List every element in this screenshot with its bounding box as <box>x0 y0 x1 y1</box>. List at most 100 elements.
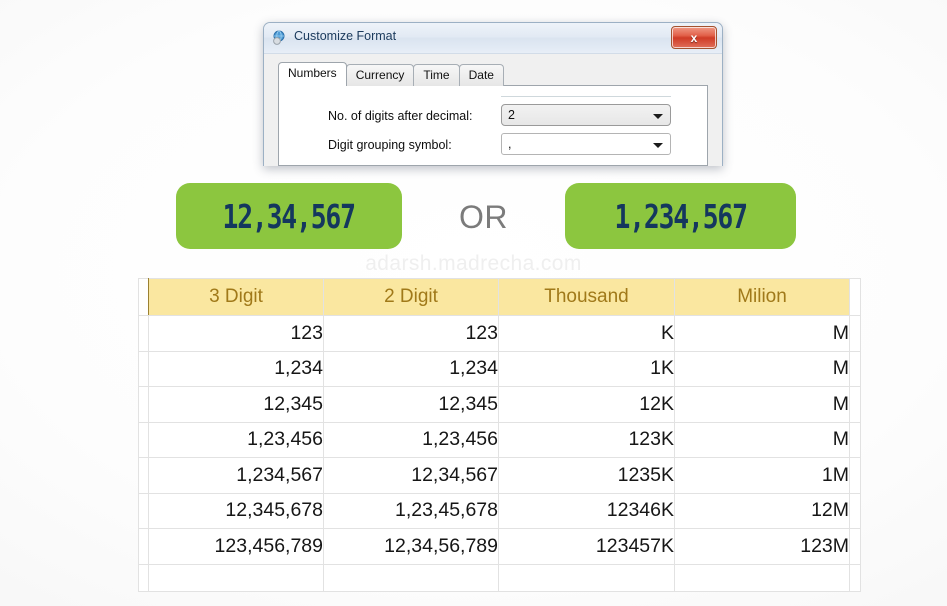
row-gutter-cell <box>138 386 149 423</box>
table-row: 1,23,456 1,23,456 123K M <box>138 421 861 458</box>
column-header-3-digit[interactable]: 3 Digit <box>148 278 324 316</box>
dialog-tabstrip: Numbers Currency Time Date <box>278 62 504 86</box>
grouping-symbol-select[interactable]: , <box>501 133 671 155</box>
table-row: 1,234 1,234 1K M <box>138 350 861 387</box>
cell-empty[interactable] <box>148 563 324 592</box>
cell-2-digit[interactable]: 123 <box>323 315 499 352</box>
panel-divider <box>501 96 671 97</box>
tab-time[interactable]: Time <box>413 64 460 86</box>
cell-milion[interactable]: M <box>674 350 850 387</box>
grouping-symbol-row: Digit grouping symbol: , <box>279 133 707 161</box>
grouping-symbol-value: , <box>508 137 512 151</box>
decimal-digits-row: No. of digits after decimal: 2 <box>279 104 707 132</box>
row-gutter-cell <box>138 528 149 565</box>
row-gutter-cell <box>138 350 149 387</box>
row-edge-cell <box>849 457 861 494</box>
cell-2-digit[interactable]: 12,345 <box>323 386 499 423</box>
international-format-badge: 1,234,567 <box>565 183 796 249</box>
row-gutter-cell <box>138 492 149 529</box>
cell-milion[interactable]: M <box>674 315 850 352</box>
cell-thousand[interactable]: 123457K <box>498 528 675 565</box>
row-edge-cell <box>849 528 861 565</box>
cell-thousand[interactable]: 12K <box>498 386 675 423</box>
row-edge-cell <box>849 421 861 458</box>
decimal-digits-select[interactable]: 2 <box>501 104 671 126</box>
close-button-label: x <box>690 30 698 45</box>
cell-3-digit[interactable]: 123 <box>148 315 324 352</box>
column-header-2-digit[interactable]: 2 Digit <box>323 278 499 316</box>
cell-3-digit[interactable]: 1,234,567 <box>148 457 324 494</box>
international-format-value: 1,234,567 <box>614 196 747 236</box>
customize-format-dialog: Customize Format x Numbers Currency Time… <box>263 22 723 166</box>
cell-milion[interactable]: 123M <box>674 528 850 565</box>
indian-format-value: 12,34,567 <box>222 196 356 236</box>
tab-currency[interactable]: Currency <box>345 64 415 86</box>
table-head: 3 Digit 2 Digit Thousand Milion <box>138 278 861 316</box>
cell-3-digit[interactable]: 12,345,678 <box>148 492 324 529</box>
cell-milion[interactable]: M <box>674 421 850 458</box>
cell-thousand[interactable]: K <box>498 315 675 352</box>
row-edge-cell <box>849 492 861 529</box>
cell-2-digit[interactable]: 1,23,45,678 <box>323 492 499 529</box>
indian-format-badge: 12,34,567 <box>176 183 402 249</box>
cell-2-digit[interactable]: 12,34,567 <box>323 457 499 494</box>
cell-thousand[interactable]: 1235K <box>498 457 675 494</box>
row-gutter-cell <box>138 421 149 458</box>
chevron-down-icon <box>653 143 663 148</box>
table-row: 1,234,567 12,34,567 1235K 1M <box>138 457 861 494</box>
cell-thousand[interactable]: 12346K <box>498 492 675 529</box>
row-gutter-cell <box>138 563 149 592</box>
grouping-symbol-label: Digit grouping symbol: <box>328 138 452 152</box>
globe-icon <box>272 30 288 46</box>
numbers-tab-panel: No. of digits after decimal: 2 Digit gro… <box>278 85 708 166</box>
table-header-row: 3 Digit 2 Digit Thousand Milion <box>138 278 861 316</box>
number-format-table: 3 Digit 2 Digit Thousand Milion 123 123 … <box>138 278 861 592</box>
cell-empty[interactable] <box>498 563 675 592</box>
grid-table: 3 Digit 2 Digit Thousand Milion 123 123 … <box>138 278 861 592</box>
cell-3-digit[interactable]: 1,234 <box>148 350 324 387</box>
cell-3-digit[interactable]: 1,23,456 <box>148 421 324 458</box>
chevron-down-icon <box>653 114 663 119</box>
decimal-digits-label: No. of digits after decimal: <box>328 109 473 123</box>
row-gutter-cell <box>138 457 149 494</box>
column-header-milion[interactable]: Milion <box>674 278 850 316</box>
cell-empty[interactable] <box>323 563 499 592</box>
tab-date-label: Date <box>468 68 494 82</box>
cell-thousand[interactable]: 123K <box>498 421 675 458</box>
table-row: 123,456,789 12,34,56,789 123457K 123M <box>138 528 861 565</box>
cell-3-digit[interactable]: 12,345 <box>148 386 324 423</box>
header-gutter-cell <box>138 278 149 316</box>
tab-time-label: Time <box>423 68 450 82</box>
tab-numbers[interactable]: Numbers <box>278 62 347 86</box>
table-row: 12,345,678 1,23,45,678 12346K 12M <box>138 492 861 529</box>
or-separator-label: OR <box>459 199 508 235</box>
page-root: adarsh.madrecha.com Customize Format x N… <box>0 0 947 606</box>
cell-2-digit[interactable]: 1,23,456 <box>323 421 499 458</box>
table-body: 123 123 K M 1,234 1,234 1K M 12,345 12,3… <box>138 315 861 592</box>
dialog-title: Customize Format <box>294 29 397 43</box>
table-row-empty <box>138 563 861 592</box>
close-icon[interactable]: x <box>671 26 717 49</box>
tab-numbers-label: Numbers <box>288 66 337 80</box>
cell-milion[interactable]: 12M <box>674 492 850 529</box>
cell-2-digit[interactable]: 1,234 <box>323 350 499 387</box>
table-row: 123 123 K M <box>138 315 861 352</box>
cell-milion[interactable]: 1M <box>674 457 850 494</box>
cell-3-digit[interactable]: 123,456,789 <box>148 528 324 565</box>
dialog-titlebar[interactable]: Customize Format x <box>264 23 722 54</box>
cell-empty[interactable] <box>674 563 850 592</box>
tab-date[interactable]: Date <box>458 64 504 86</box>
decimal-digits-value: 2 <box>508 108 515 122</box>
row-edge-cell <box>849 350 861 387</box>
watermark-text: adarsh.madrecha.com <box>365 252 582 275</box>
row-gutter-cell <box>138 315 149 352</box>
dialog-body: Numbers Currency Time Date No. of digits… <box>264 54 722 166</box>
header-edge-cell <box>849 278 861 316</box>
row-edge-cell <box>849 563 861 592</box>
cell-2-digit[interactable]: 12,34,56,789 <box>323 528 499 565</box>
column-header-thousand[interactable]: Thousand <box>498 278 675 316</box>
cell-milion[interactable]: M <box>674 386 850 423</box>
row-edge-cell <box>849 386 861 423</box>
cell-thousand[interactable]: 1K <box>498 350 675 387</box>
table-row: 12,345 12,345 12K M <box>138 386 861 423</box>
